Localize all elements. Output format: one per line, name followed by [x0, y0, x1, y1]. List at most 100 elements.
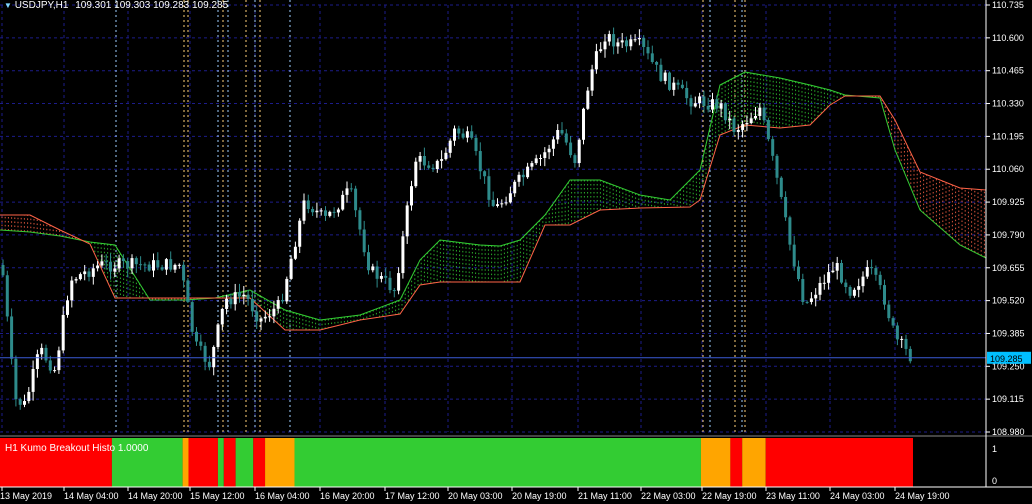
histogram-segment [217, 438, 224, 487]
candle-body [268, 316, 272, 318]
histogram-segment [765, 438, 913, 487]
candle-body [388, 277, 392, 291]
candle-body [577, 139, 581, 163]
candle-body [625, 40, 628, 47]
histogram-segment [235, 438, 254, 487]
candle-body [556, 130, 560, 140]
chart-grid [0, 4, 986, 433]
candle-body [70, 280, 74, 301]
candle-body [599, 49, 603, 52]
candle-body [298, 220, 302, 247]
candle-body [865, 267, 869, 277]
time-tick-label: 24 May 19:00 [895, 491, 950, 501]
candle-body [362, 229, 366, 253]
chart-axes: 110.735 110.600 110.465 110.330 110.195 110.0… [0, 0, 1032, 501]
candle-body [827, 272, 831, 283]
candle-body [844, 282, 848, 288]
candle-body [633, 39, 637, 41]
senkou-span-b [0, 95, 987, 331]
candle-body [311, 209, 315, 213]
candle-body [668, 72, 671, 90]
candle-body [470, 131, 474, 138]
candle-body [835, 263, 839, 271]
price-tick-label: 110.195 [992, 131, 1024, 141]
candle-body [440, 159, 444, 161]
candle-body [444, 152, 448, 160]
candle-body [319, 210, 323, 212]
candle-body [160, 267, 164, 270]
candle-body [186, 280, 190, 303]
candle-body [685, 87, 689, 99]
candle-body [659, 64, 663, 81]
candle-body [53, 370, 57, 372]
time-tick-label: 24 May 03:00 [830, 491, 885, 501]
candle-body [857, 286, 861, 290]
candle-body [5, 275, 9, 317]
candle-body [109, 261, 112, 272]
indicator-axis-label: 0 [992, 476, 997, 486]
candle-body [233, 292, 237, 305]
candle-body [100, 261, 104, 266]
candle-body [130, 258, 134, 269]
candle-body [702, 96, 706, 106]
chart-header: ▼ USDJPY,H1 109.301 109.303 109.283 109.… [4, 0, 228, 11]
time-tick-label: 21 May 11:00 [578, 491, 632, 501]
candle-body [263, 316, 267, 319]
candle-body [878, 274, 882, 286]
candle-body [672, 82, 676, 90]
candle-body [904, 338, 908, 349]
candle-body [281, 300, 284, 302]
candle-body [908, 348, 912, 362]
kumo-breakout-histogram [0, 435, 1032, 487]
price-tick-label: 109.925 [992, 197, 1025, 207]
candle-body [870, 267, 874, 269]
candle-body [801, 279, 805, 302]
candle-body [410, 186, 413, 206]
candle-body [805, 301, 809, 303]
candle-body [900, 338, 904, 340]
histogram-segment [253, 438, 266, 487]
histogram-segment [188, 438, 218, 487]
candle-body [78, 274, 82, 280]
price-tick-label: 110.735 [992, 0, 1024, 10]
candle-body [31, 369, 35, 392]
candle-body [27, 391, 31, 402]
candle-body [461, 133, 465, 138]
candle-body [616, 42, 620, 47]
candle-body [354, 188, 358, 211]
candle-body [874, 268, 878, 275]
time-tick-label: 13 May 2019 [0, 491, 52, 501]
symbol-label: USDJPY,H1 [14, 0, 69, 11]
candle-body [1, 265, 5, 276]
candle-body [40, 347, 44, 355]
candle-body [397, 273, 401, 291]
candle-body [607, 34, 611, 42]
candle-body [74, 279, 78, 281]
histogram-segment [294, 438, 701, 487]
candle-body [543, 152, 547, 159]
candle-body [715, 99, 719, 109]
candle-body [57, 350, 61, 371]
candle-body [23, 401, 26, 405]
candle-body [895, 325, 899, 340]
time-tick-label: 22 May 19:00 [702, 491, 757, 501]
candle-body [551, 139, 555, 149]
candle-body [431, 167, 435, 170]
candle-body [569, 142, 573, 156]
candle-body [663, 72, 667, 81]
histogram-segment [730, 438, 743, 487]
candle-body [491, 199, 495, 206]
candle-body [143, 264, 147, 266]
candle-body [758, 107, 762, 116]
candle-body [573, 155, 577, 163]
candle-body [207, 361, 211, 368]
candle-body [48, 360, 52, 371]
candle-body [814, 294, 818, 299]
triangle-down-icon[interactable]: ▼ [4, 1, 12, 10]
candle-body [521, 174, 525, 178]
price-chart[interactable]: 110.735 110.600 110.465 110.330 110.195 110.0… [0, 0, 1032, 504]
candle-body [883, 285, 886, 305]
candle-body [367, 252, 370, 271]
candle-body [35, 354, 39, 370]
price-tick-label: 109.790 [992, 230, 1025, 240]
